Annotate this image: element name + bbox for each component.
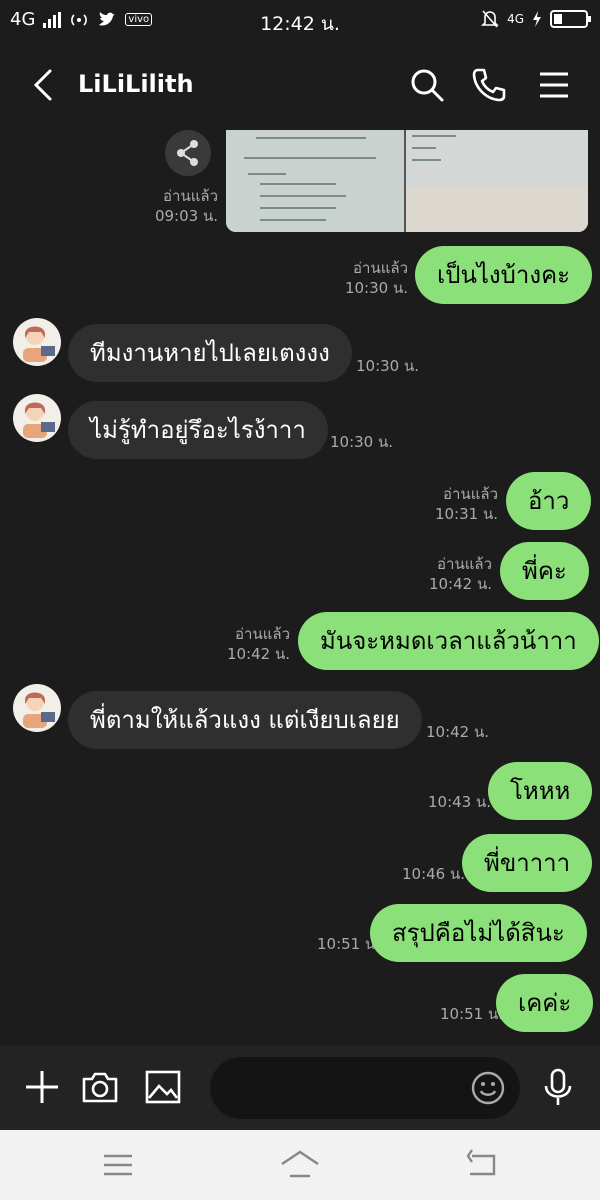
phone-icon[interactable] bbox=[470, 66, 508, 104]
input-bar bbox=[0, 1045, 600, 1130]
message-time: 10:31 น. bbox=[434, 505, 498, 523]
outgoing-message[interactable]: พี่คะ bbox=[500, 542, 589, 600]
message-time: 09:03 น. bbox=[154, 207, 218, 225]
read-status: อ่านแล้ว bbox=[163, 187, 218, 205]
search-icon[interactable] bbox=[408, 66, 446, 104]
read-status: อ่านแล้ว bbox=[353, 259, 408, 277]
home-icon[interactable] bbox=[280, 1148, 320, 1182]
outgoing-message[interactable]: อ้าว bbox=[506, 472, 592, 530]
mute-bell-icon bbox=[481, 10, 499, 28]
read-status: อ่านแล้ว bbox=[235, 625, 290, 643]
system-nav-bar bbox=[0, 1130, 600, 1200]
shared-image[interactable] bbox=[226, 130, 588, 232]
incoming-message[interactable]: พี่ตามให้แล้วแงง แต่เงียบเลยย bbox=[68, 691, 422, 749]
incoming-message[interactable]: ไม่รู้ทำอยู่รึอะไรง้าาา bbox=[68, 401, 328, 459]
message-time: 10:43 น. bbox=[428, 793, 492, 811]
message-time: 10:46 น. bbox=[402, 865, 466, 883]
message-time: 10:42 น. bbox=[426, 723, 490, 741]
outgoing-message[interactable]: โหหห bbox=[488, 762, 593, 820]
outgoing-message[interactable]: พี่ขาาาา bbox=[462, 834, 593, 892]
message-meta: อ่านแล้ว 10:31 น. bbox=[420, 484, 498, 524]
outgoing-message[interactable]: เคค่ะ bbox=[496, 974, 594, 1032]
menu-icon[interactable] bbox=[535, 66, 573, 104]
message-meta: อ่านแล้ว 10:42 น. bbox=[414, 554, 492, 594]
camera-icon[interactable] bbox=[80, 1067, 120, 1107]
back-icon[interactable] bbox=[462, 1148, 502, 1182]
message-time: 10:30 น. bbox=[330, 433, 394, 451]
right-network-type: 4G bbox=[507, 12, 524, 26]
recent-apps-icon[interactable] bbox=[98, 1148, 138, 1182]
image-thumbnail bbox=[226, 130, 588, 232]
avatar[interactable] bbox=[13, 394, 61, 442]
avatar[interactable] bbox=[13, 684, 61, 732]
message-meta: อ่านแล้ว 10:42 น. bbox=[212, 624, 290, 664]
back-arrow-icon[interactable] bbox=[30, 67, 60, 103]
image-icon[interactable] bbox=[143, 1067, 183, 1107]
message-time: 10:42 น. bbox=[428, 575, 492, 593]
contact-name[interactable]: LiLiLilith bbox=[78, 70, 194, 98]
charging-icon bbox=[533, 11, 541, 27]
chat-header: LiLiLilith bbox=[0, 40, 600, 130]
read-status: อ่านแล้ว bbox=[443, 485, 498, 503]
message-time: 10:42 น. bbox=[226, 645, 290, 663]
read-status: อ่านแล้ว bbox=[437, 555, 492, 573]
share-icon bbox=[177, 140, 198, 166]
share-button[interactable] bbox=[165, 130, 211, 176]
outgoing-message[interactable]: มันจะหมดเวลาแล้วน้าาา bbox=[298, 612, 599, 670]
status-bar: 4G vivo 12:42 น. 4G bbox=[0, 0, 600, 40]
outgoing-message[interactable]: สรุปคือไม่ได้สินะ bbox=[370, 904, 587, 962]
message-input[interactable] bbox=[210, 1057, 520, 1119]
emoji-icon[interactable] bbox=[470, 1070, 506, 1106]
chat-area[interactable]: อ่านแล้ว 09:03 น. อ่านแล้ว 10:30 น. เป็น… bbox=[0, 130, 600, 1045]
status-right: 4G bbox=[481, 9, 591, 29]
message-meta: อ่านแล้ว 09:03 น. bbox=[140, 186, 218, 226]
plus-icon[interactable] bbox=[22, 1067, 62, 1107]
message-time: 10:30 น. bbox=[356, 357, 420, 375]
avatar[interactable] bbox=[13, 318, 61, 366]
message-time: 10:51 น. bbox=[440, 1005, 504, 1023]
battery-icon bbox=[550, 10, 591, 28]
outgoing-message[interactable]: เป็นไงบ้างคะ bbox=[415, 246, 593, 304]
microphone-icon[interactable] bbox=[538, 1067, 578, 1107]
incoming-message[interactable]: ทีมงานหายไปเลยเตงงง bbox=[68, 324, 352, 382]
message-time: 10:30 น. bbox=[344, 279, 408, 297]
message-meta: อ่านแล้ว 10:30 น. bbox=[330, 258, 408, 298]
